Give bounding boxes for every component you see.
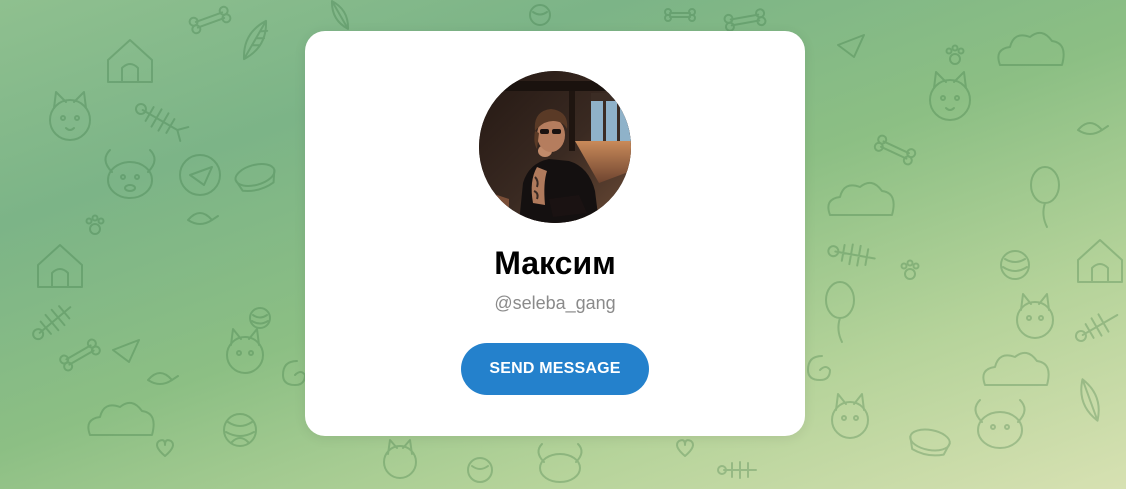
yarn-ball-icon — [223, 413, 257, 447]
leaf-icon — [1080, 378, 1100, 422]
bowl-icon — [909, 428, 951, 457]
cloud-icon — [87, 401, 155, 436]
bone-icon — [59, 338, 101, 372]
yarn-ball-icon — [1000, 250, 1030, 280]
fish-icon — [32, 305, 72, 341]
paper-plane-icon — [837, 34, 865, 58]
bone-icon — [664, 8, 696, 22]
cat-icon — [831, 393, 869, 439]
bird-icon — [1077, 122, 1109, 135]
yarn-ball-icon — [249, 307, 271, 329]
paw-icon — [900, 259, 920, 280]
bone-icon — [723, 8, 767, 32]
doghouse-icon — [37, 244, 83, 288]
yarn-ball-icon — [529, 4, 551, 26]
dog-icon — [974, 399, 1026, 449]
doghouse-icon — [1077, 239, 1123, 283]
send-message-button[interactable]: SEND MESSAGE — [461, 343, 649, 395]
fish-icon — [827, 243, 876, 267]
balloon-icon — [1030, 166, 1060, 228]
paper-plane-icon — [179, 154, 221, 196]
yarn-ball-icon — [467, 457, 493, 483]
bird-icon — [147, 372, 179, 385]
dog-icon — [104, 149, 156, 199]
profile-card: Максим @seleba_gang SEND MESSAGE — [305, 31, 805, 436]
paw-icon — [85, 214, 105, 235]
leaf-icon — [330, 0, 350, 30]
bird-icon — [187, 212, 219, 225]
fish-icon — [717, 461, 757, 479]
cat-icon — [929, 71, 971, 121]
paper-plane-icon — [112, 339, 140, 363]
profile-photo — [479, 71, 631, 223]
profile-name: Максим — [494, 245, 616, 281]
cloud-icon — [827, 181, 895, 216]
cat-icon — [226, 328, 264, 374]
cat-icon — [383, 439, 417, 479]
leaf-icon — [242, 19, 269, 61]
cat-icon — [1016, 293, 1054, 339]
spiral-icon — [807, 355, 831, 381]
bone-icon — [188, 5, 232, 35]
cloud-icon — [997, 31, 1065, 66]
dog-icon — [537, 443, 583, 483]
bone-icon — [873, 134, 917, 166]
balloon-icon — [825, 281, 855, 343]
avatar[interactable] — [479, 71, 631, 223]
profile-username: @seleba_gang — [494, 293, 616, 313]
paw-icon — [945, 44, 965, 65]
fish-icon — [1074, 313, 1119, 342]
heart-icon — [156, 439, 174, 457]
doghouse-icon — [107, 39, 153, 83]
cat-icon — [49, 91, 91, 141]
fish-icon — [134, 103, 190, 142]
bowl-icon — [234, 163, 276, 192]
spiral-icon — [282, 360, 306, 386]
cloud-icon — [982, 351, 1050, 386]
heart-icon — [676, 439, 694, 457]
